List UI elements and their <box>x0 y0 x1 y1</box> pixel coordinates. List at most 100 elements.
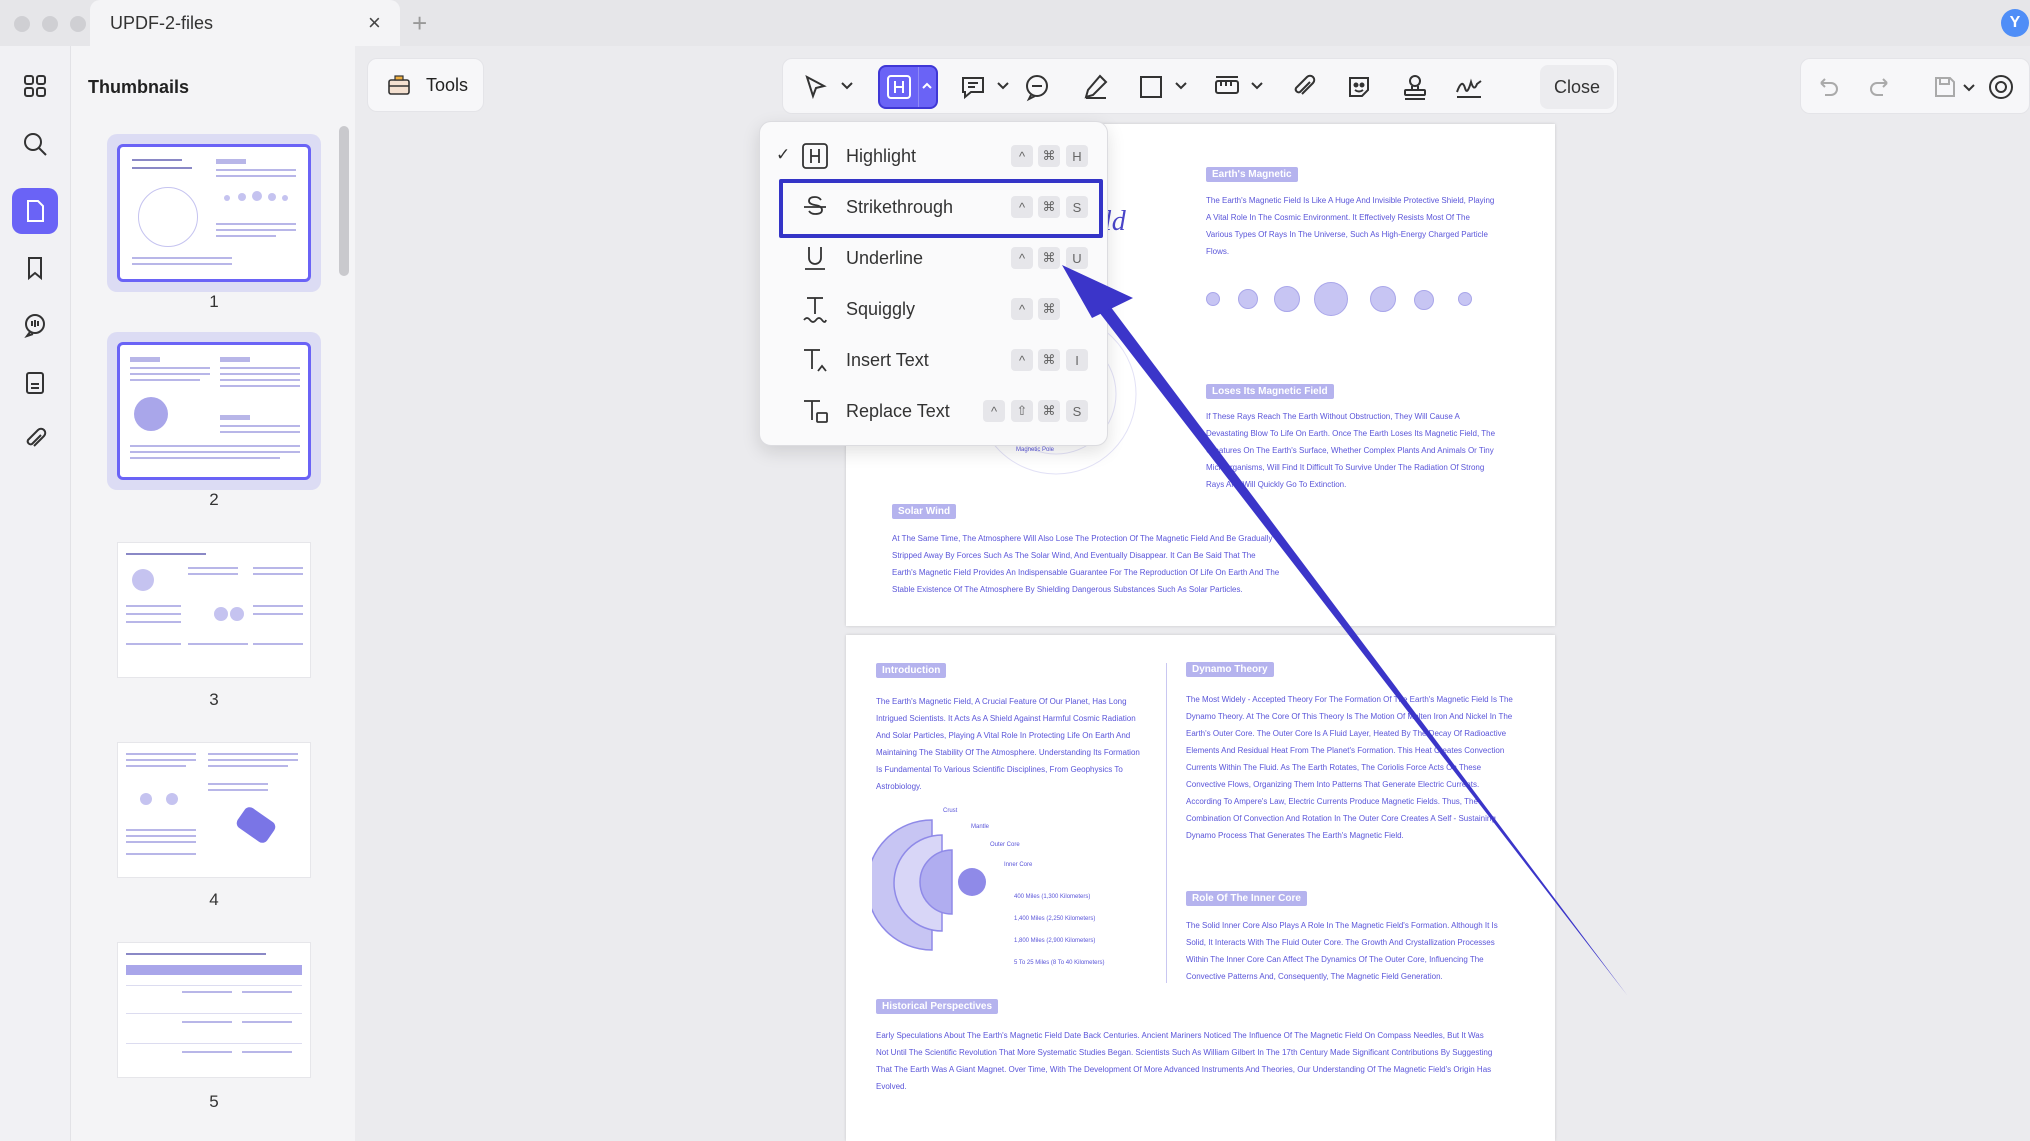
mantle-label: Mantle <box>971 824 990 830</box>
text-markup-menu: ✓ Highlight ^ ⌘ H Strikethrough ^ ⌘ S Un… <box>759 121 1108 446</box>
outer-core-label: Outer Core <box>990 842 1020 848</box>
annotation-toolbar: Close <box>782 58 1618 114</box>
shortcut-letter-key: H <box>1066 145 1088 167</box>
tools-button[interactable]: Tools <box>367 58 484 112</box>
depth-4-label: 5 To 25 Miles (8 To 40 Kilometers) <box>1014 960 1105 966</box>
solar-wind-heading: Solar Wind <box>892 504 957 519</box>
user-avatar[interactable]: Y <box>2001 9 2029 37</box>
thumbnails-page-icon[interactable] <box>12 188 58 234</box>
save-icon[interactable] <box>1931 73 1959 101</box>
depth-1-label: 400 Miles (1,300 Kilometers) <box>1014 894 1091 900</box>
shortcut-control-key: ^ <box>983 400 1005 422</box>
search-icon[interactable] <box>12 121 58 167</box>
inner-core-label: Inner Core <box>1004 862 1033 868</box>
introduction-paragraph: The Earth's Magnetic Field, A Crucial Fe… <box>876 697 1140 791</box>
shortcut-control-key: ^ <box>1011 298 1033 320</box>
depth-3-label: 1,800 Miles (2,900 Kilometers) <box>1014 938 1096 944</box>
replace-text-icon <box>804 400 828 423</box>
menu-item-highlight[interactable]: ✓ Highlight ^ ⌘ H <box>776 133 1090 179</box>
thumbnails-scrollbar[interactable] <box>339 126 349 276</box>
comment-tool-chevron-down-icon[interactable] <box>995 77 1011 93</box>
pages-icon[interactable] <box>12 360 58 406</box>
measure-tool-chevron-down-icon[interactable] <box>1249 77 1265 93</box>
highlight-icon <box>802 143 828 169</box>
select-tool-icon[interactable] <box>795 67 835 107</box>
loses-magnetic-heading: Loses Its Magnetic Field <box>1206 384 1334 399</box>
left-rail <box>0 46 70 1141</box>
dynamo-theory-paragraph: The Most Widely - Accepted Theory For Th… <box>1186 695 1513 840</box>
window-zoom-dot[interactable] <box>70 16 86 32</box>
thumbnails-panel: Thumbnails 1 2 3 4 5 <box>70 46 355 1141</box>
tools-label: Tools <box>426 74 469 95</box>
menu-item-replace-text[interactable]: Replace Text ^ ⇧ ⌘ S <box>780 388 1090 434</box>
menu-label-squiggly: Squiggly <box>846 299 916 319</box>
menu-label-underline: Underline <box>846 248 924 268</box>
window-close-dot[interactable] <box>14 16 30 32</box>
shortcut-control-key: ^ <box>1011 145 1033 167</box>
text-comment-icon[interactable] <box>1017 67 1057 107</box>
depth-2-label: 1,400 Miles (2,250 Kilometers) <box>1014 916 1096 922</box>
menu-item-insert-text[interactable]: Insert Text ^ ⌘ I <box>780 337 1090 383</box>
redo-icon[interactable] <box>1867 73 1895 101</box>
menu-item-underline[interactable]: Underline ^ ⌘ U <box>780 235 1090 281</box>
measure-tool-icon[interactable] <box>1207 67 1247 107</box>
shortcut-command-key: ⌘ <box>1038 247 1060 269</box>
shortcut-letter-key: S <box>1066 400 1088 422</box>
bookmark-icon[interactable] <box>12 245 58 291</box>
comment-tool-icon[interactable] <box>953 67 993 107</box>
title-bar: UPDF-2-files × + Y <box>0 0 2030 46</box>
historical-paragraph: Early Speculations About The Earth's Mag… <box>876 1031 1493 1091</box>
shortcut-shift-key: ⇧ <box>1011 400 1033 422</box>
comments-icon[interactable] <box>12 302 58 348</box>
menu-label-highlight: Highlight <box>846 146 917 166</box>
thumbnail-page-1[interactable] <box>107 134 321 292</box>
document-page-2: Introduction The Earth's Magnetic Field,… <box>846 635 1555 1141</box>
menu-item-squiggly[interactable]: Squiggly ^ ⌘ <box>780 286 1090 332</box>
shortcut-command-key: ⌘ <box>1038 400 1060 422</box>
earths-magnetic-paragraph: The Earth's Magnetic Field Is Like A Hug… <box>1206 196 1495 256</box>
insert-text-icon <box>804 349 827 372</box>
new-tab-icon[interactable]: + <box>412 8 427 39</box>
signature-icon[interactable] <box>1449 67 1489 107</box>
solar-wind-paragraph: At The Same Time, The Atmosphere Will Al… <box>892 534 1280 594</box>
undo-icon[interactable] <box>1813 73 1841 101</box>
stamp-icon[interactable] <box>1395 67 1435 107</box>
window-minimize-dot[interactable] <box>42 16 58 32</box>
shortcut-command-key: ⌘ <box>1038 349 1060 371</box>
thumbnail-label-3: 3 <box>209 690 219 709</box>
checkmark-icon: ✓ <box>776 145 791 164</box>
loses-magnetic-paragraph: If These Rays Reach The Earth Without Ob… <box>1206 412 1496 489</box>
thumbnail-page-2[interactable] <box>107 332 321 490</box>
chevron-up-icon[interactable] <box>920 79 934 93</box>
save-chevron-down-icon[interactable] <box>1961 79 1977 95</box>
thumbnails-title: Thumbnails <box>88 77 190 97</box>
close-tab-icon[interactable]: × <box>368 10 381 36</box>
historical-heading: Historical Perspectives <box>876 999 999 1014</box>
strikethrough-selection-box <box>779 179 1103 238</box>
thumbnail-label-2: 2 <box>209 490 219 509</box>
attachment-icon[interactable] <box>12 416 58 462</box>
thumbnail-label-1: 1 <box>209 292 219 311</box>
thumbnail-page-4[interactable] <box>107 732 321 890</box>
ai-assistant-icon[interactable] <box>1985 71 2017 103</box>
highlight-icon <box>887 75 911 99</box>
thumbnail-page-5[interactable] <box>107 932 321 1090</box>
shape-tool-chevron-down-icon[interactable] <box>1173 77 1189 93</box>
highlight-tool-button[interactable] <box>878 65 938 109</box>
rectangle-shape-icon[interactable] <box>1131 67 1171 107</box>
magnetic-pole-label: Magnetic Pole <box>1016 447 1055 453</box>
toolbox-icon <box>388 75 410 95</box>
document-tab-title: UPDF-2-files <box>110 13 214 33</box>
attachment-tool-icon[interactable] <box>1283 67 1323 107</box>
shortcut-command-key: ⌘ <box>1038 145 1060 167</box>
apps-grid-icon[interactable] <box>12 63 58 109</box>
right-toolbar <box>1800 58 2030 114</box>
dynamo-theory-heading: Dynamo Theory <box>1186 662 1274 677</box>
thumbnail-page-3[interactable] <box>107 532 321 690</box>
shortcut-command-key: ⌘ <box>1038 298 1060 320</box>
inner-core-paragraph: The Solid Inner Core Also Plays A Role I… <box>1186 921 1498 981</box>
pencil-icon[interactable] <box>1075 67 1115 107</box>
select-tool-chevron-down-icon[interactable] <box>839 77 855 93</box>
sticker-icon[interactable] <box>1339 67 1379 107</box>
close-toolbar-button[interactable]: Close <box>1540 65 1614 109</box>
